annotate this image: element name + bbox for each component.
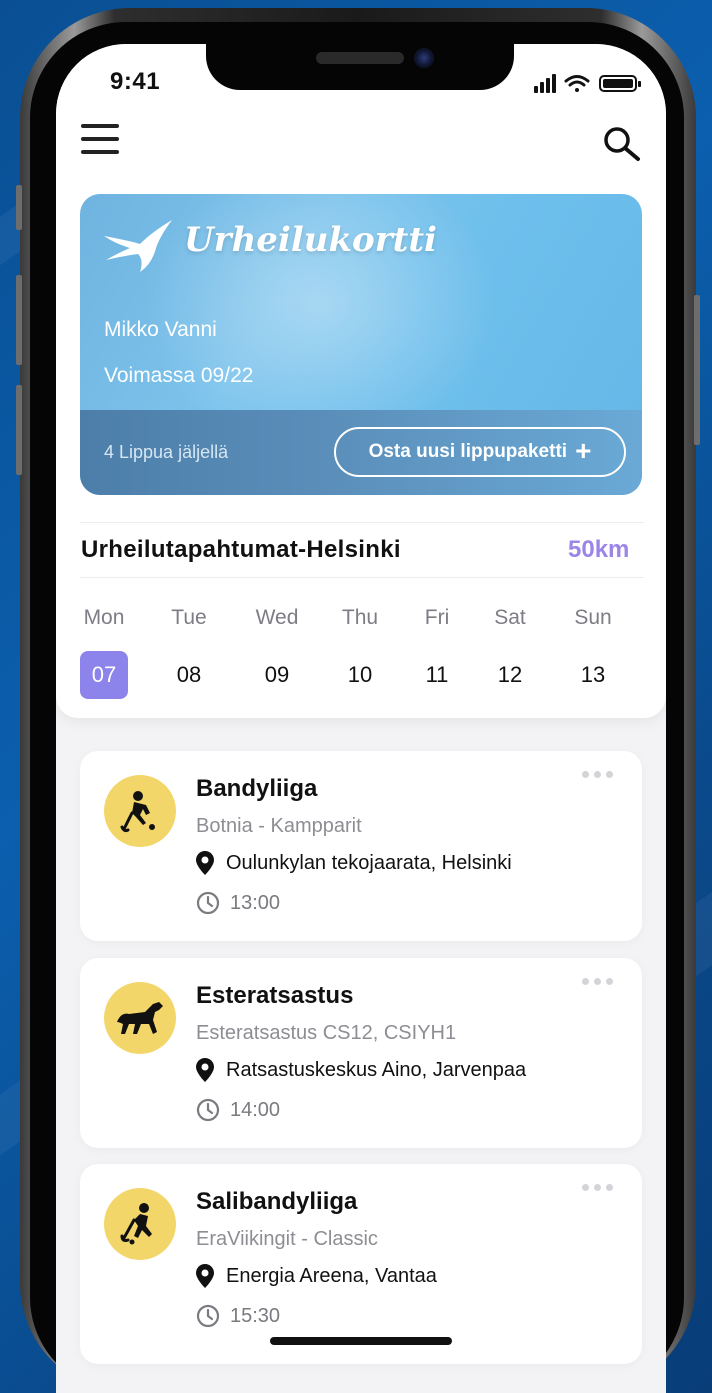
divider [80,577,644,578]
event-avatar [104,982,176,1054]
status-icons [534,74,641,93]
event-title: Esteratsastus [196,982,354,1009]
horse-icon [117,1002,163,1034]
event-location: Oulunkylan tekojaarata, Helsinki [196,851,512,875]
location-pin-icon [196,1264,214,1288]
event-time-text: 15:30 [230,1304,281,1327]
events-section-title: Urheilutapahtumat-Helsinki [81,536,401,563]
event-time: 13:00 [196,891,280,915]
event-time-text: 13:00 [230,891,281,914]
event-time-text: 14:00 [230,1098,281,1121]
wifi-icon [564,75,590,92]
day-name: Tue [171,606,207,629]
volume-up-button [16,275,22,365]
mute-switch [16,185,22,230]
day-name: Fri [424,606,450,629]
day-fri[interactable]: Fri 11 [407,606,467,690]
clock-icon [196,1304,220,1328]
speaker-grille [316,52,404,64]
day-sat[interactable]: Sat 12 [480,606,540,690]
day-date: 09 [264,662,290,687]
clock-icon [196,891,220,915]
search-radius-link[interactable]: 50km [568,536,629,564]
event-avatar [104,1188,176,1260]
card-brand-name: Urheilukortti [184,220,437,260]
tickets-left: 4 Lippua jäljellä [104,442,229,462]
day-wed[interactable]: Wed 09 [247,606,307,690]
event-card[interactable]: Salibandyliiga EraViikingit - Classic En… [80,1164,642,1364]
battery-icon [599,75,641,92]
event-subtitle: Esteratsastus CS12, CSIYH1 [196,1022,457,1044]
day-name: Thu [341,606,379,629]
day-thu[interactable]: Thu 10 [330,606,390,690]
clock-icon [196,1098,220,1122]
status-time: 9:41 [110,68,161,95]
day-date: 08 [176,662,202,687]
event-location-text: Energia Areena, Vantaa [226,1264,437,1287]
event-card[interactable]: Bandyliiga Botnia - Kampparit Oulunkylan… [80,751,642,941]
day-date: 07 [80,651,128,699]
event-avatar [104,775,176,847]
day-date: 13 [580,662,606,687]
day-name: Sat [494,606,526,629]
more-options-icon[interactable] [582,771,622,785]
volume-down-button [16,385,22,475]
notch [206,44,514,90]
card-holder-name: Mikko Vanni [104,318,217,341]
card-validity: Voimassa 09/22 [104,364,254,387]
bird-logo-icon [104,220,172,272]
event-subtitle: Botnia - Kampparit [196,815,362,837]
event-location-text: Ratsastuskeskus Aino, Jarvenpaa [226,1058,527,1081]
more-options-icon[interactable] [582,978,622,992]
day-date: 10 [347,662,373,687]
event-time: 14:00 [196,1098,280,1122]
day-tue[interactable]: Tue 08 [159,606,219,690]
day-name: Sun [574,606,612,629]
floorball-player-icon [120,1203,152,1245]
divider [80,522,644,523]
location-pin-icon [196,1058,214,1082]
event-time: 15:30 [196,1304,280,1328]
day-date: 12 [497,662,523,687]
day-sun[interactable]: Sun 13 [563,606,623,690]
day-date: 11 [425,662,449,687]
home-indicator[interactable] [270,1337,452,1345]
membership-card: Urheilukortti Mikko Vanni Voimassa 09/22… [80,194,642,495]
event-location: Energia Areena, Vantaa [196,1264,437,1288]
cellular-signal-icon [534,74,556,93]
day-name: Mon [83,606,125,629]
buy-ticket-package-button[interactable]: Osta uusi lippupaketti + [334,427,626,477]
event-subtitle: EraViikingit - Classic [196,1228,378,1250]
bandy-player-icon [120,791,155,833]
header-panel: 9:41 Urheilukortti Mikko Vanni Voimassa … [56,44,666,718]
location-pin-icon [196,851,214,875]
more-options-icon[interactable] [582,1184,622,1198]
search-icon[interactable] [602,126,642,162]
front-camera [414,48,434,68]
day-mon[interactable]: Mon 07 [74,606,134,699]
app-screen: 9:41 Urheilukortti Mikko Vanni Voimassa … [56,44,666,1393]
day-name: Wed [255,606,299,629]
buy-button-label: Osta uusi lippupaketti [368,441,568,462]
power-button [694,295,700,445]
hamburger-menu-icon[interactable] [81,124,121,160]
event-location: Ratsastuskeskus Aino, Jarvenpaa [196,1058,526,1082]
event-card[interactable]: Esteratsastus Esteratsastus CS12, CSIYH1… [80,958,642,1148]
event-title: Salibandyliiga [196,1188,358,1215]
event-location-text: Oulunkylan tekojaarata, Helsinki [226,851,512,874]
plus-icon: + [575,435,592,466]
event-title: Bandyliiga [196,775,318,802]
